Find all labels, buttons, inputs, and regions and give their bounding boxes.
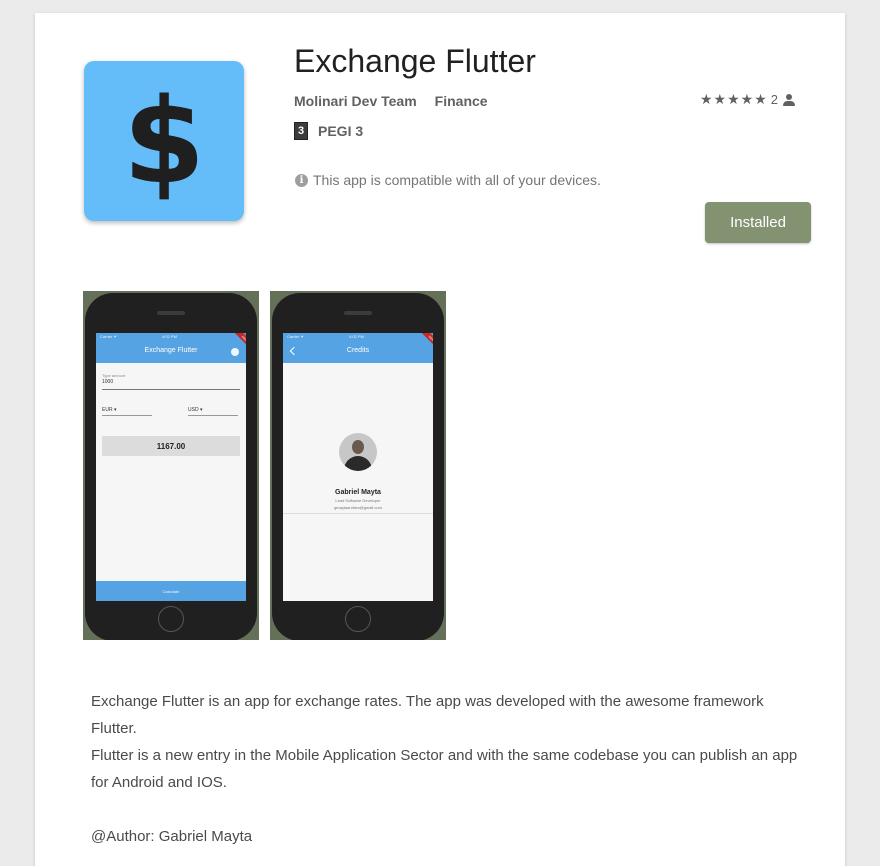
amount-field-value: 1000	[102, 379, 114, 385]
avatar	[339, 433, 377, 471]
phone-screen: Carrier ✦ 4:02 PM Exchange Flutter DEBUG…	[96, 333, 246, 601]
description-paragraph-2: Flutter is a new entry in the Mobile App…	[91, 747, 798, 791]
phone-status-time: 4:02 PM	[349, 334, 364, 339]
app-description: Exchange Flutter is an app for exchange …	[91, 688, 811, 850]
compatibility-note: i This app is compatible with all of you…	[295, 172, 601, 188]
phone-status-carrier: Carrier ✦	[287, 334, 304, 339]
from-currency: EUR ▾	[102, 407, 117, 413]
credits-name: Gabriel Mayta	[335, 489, 381, 496]
category-link[interactable]: Finance	[435, 93, 488, 109]
credits-divider	[283, 513, 433, 514]
to-currency: USD ▾	[188, 407, 203, 413]
phone-speaker	[157, 311, 185, 315]
star-rating-icon: ★★★★★	[700, 91, 768, 107]
installed-button[interactable]: Installed	[705, 202, 811, 243]
phone-app-title: Exchange Flutter	[144, 347, 198, 354]
person-icon	[783, 93, 795, 106]
calculate-button: Calculate	[96, 581, 246, 601]
description-author: @Author: Gabriel Mayta	[91, 828, 253, 845]
amount-field-underline	[102, 389, 240, 390]
credits-icon	[231, 348, 239, 356]
rating: ★★★★★ 2	[700, 91, 795, 108]
phone-home-button	[345, 606, 371, 632]
app-details-card: $ Exchange Flutter Molinari Dev Team Fin…	[35, 13, 845, 866]
avatar-head	[352, 440, 364, 454]
content-rating: 3 PEGI 3	[294, 122, 363, 140]
dollar-icon: $	[122, 72, 206, 210]
phone-home-button	[158, 606, 184, 632]
phone-app-bar: Carrier ✦ 4:02 PM Exchange Flutter DEBUG	[96, 333, 246, 364]
description-paragraph-1: Exchange Flutter is an app for exchange …	[91, 693, 764, 737]
credits-role: Lead Software Developer	[335, 498, 381, 503]
phone-app-bar: Carrier ✦ 4:02 PM Credits DEBUG	[283, 333, 433, 364]
phone-speaker	[344, 311, 372, 315]
to-currency-underline	[188, 415, 238, 416]
phone-app-title: Credits	[346, 347, 370, 354]
phone-frame: Carrier ✦ 4:02 PM Exchange Flutter DEBUG…	[85, 293, 257, 640]
info-icon: i	[295, 173, 308, 187]
app-icon: $	[84, 61, 244, 221]
developer-link[interactable]: Molinari Dev Team	[294, 93, 417, 109]
screenshot-exchange[interactable]: Carrier ✦ 4:02 PM Exchange Flutter DEBUG…	[83, 291, 259, 640]
app-meta: Molinari Dev Team Finance	[294, 93, 488, 109]
credits-email: gmaytaandrea@gmail.com	[334, 505, 382, 510]
compatibility-text: This app is compatible with all of your …	[313, 172, 601, 188]
from-currency-underline	[102, 415, 152, 416]
content-rating-label: PEGI 3	[318, 123, 364, 139]
rating-count: 2	[770, 92, 778, 107]
avatar-body	[344, 456, 372, 471]
exchange-result: 1167.00	[102, 436, 240, 456]
phone-status-carrier: Carrier ✦	[100, 334, 117, 339]
app-title: Exchange Flutter	[294, 43, 536, 79]
screenshot-credits[interactable]: Carrier ✦ 4:02 PM Credits DEBUG Gabriel …	[270, 291, 446, 640]
phone-screen: Carrier ✦ 4:02 PM Credits DEBUG Gabriel …	[283, 333, 433, 601]
phone-frame: Carrier ✦ 4:02 PM Credits DEBUG Gabriel …	[272, 293, 444, 640]
amount-field-label: Type amount	[102, 373, 126, 378]
phone-status-time: 4:02 PM	[162, 334, 177, 339]
pegi-icon: 3	[294, 122, 308, 140]
